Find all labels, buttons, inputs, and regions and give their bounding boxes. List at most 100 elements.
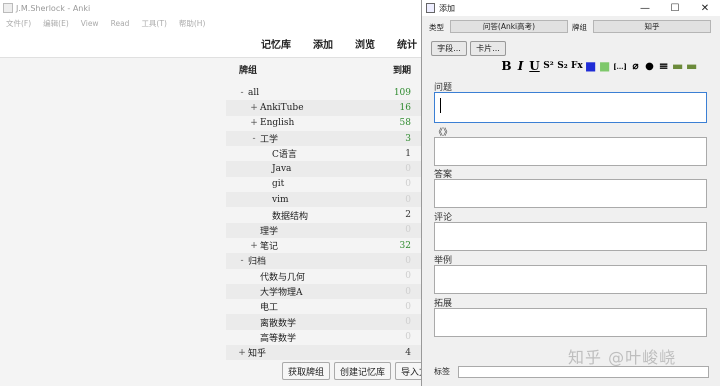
deck-row[interactable]: Java 0 (226, 161, 425, 177)
field-editor[interactable] (434, 179, 707, 208)
deck-name[interactable]: English (260, 118, 294, 128)
deck-toggle[interactable]: + (248, 241, 260, 251)
add-titlebar: 添加 — ☐ ✕ (422, 0, 720, 16)
deck-row[interactable]: vim 0 (226, 192, 425, 208)
deck-name[interactable]: Java (272, 164, 291, 174)
cloze-icon[interactable]: […] (613, 62, 627, 71)
deck-toggle[interactable]: - (236, 256, 248, 266)
deck-toggle[interactable]: + (248, 103, 260, 113)
tags-label: 标签 (434, 367, 450, 376)
deck-row[interactable]: 代数与几何 0 (226, 269, 425, 284)
deck-name[interactable]: all (248, 88, 259, 98)
deck-row[interactable]: - 归档 0 (226, 253, 425, 269)
deck-select[interactable]: 知乎 (593, 20, 711, 33)
more-icon[interactable]: ≡ (658, 59, 669, 73)
deck-column-header: 牌组 (239, 65, 258, 76)
deck-row[interactable]: 数据结构 2 (226, 207, 425, 222)
deck-row[interactable]: - all 109 (226, 85, 425, 100)
menu-edit[interactable]: 编辑(E) (43, 18, 69, 29)
deck-toggle[interactable]: + (248, 118, 260, 128)
fields-button[interactable]: 字段... (431, 41, 467, 56)
plugin-b-icon[interactable]: ▬ (686, 59, 697, 73)
deck-name[interactable]: AnkiTube (260, 103, 304, 113)
deck-name[interactable]: 工学 (260, 132, 278, 145)
maximize-icon[interactable]: ☐ (660, 3, 690, 14)
field-editor[interactable] (434, 92, 707, 123)
deck-rows: - all 109 + AnkiTube 16 + English 58- 工学 3 C语言 1 Java… (226, 85, 425, 361)
deck-row[interactable]: - 工学 3 (226, 130, 425, 147)
minimize-icon[interactable]: — (630, 3, 660, 14)
deck-name[interactable]: C语言 (272, 147, 297, 160)
highlight-icon[interactable]: ■ (599, 59, 610, 73)
note-type-select[interactable]: 问答(Anki高考) (450, 20, 568, 33)
record-icon[interactable]: ● (644, 61, 655, 72)
superscript-icon[interactable]: S² (543, 61, 554, 71)
deck-due-count: 0 (405, 225, 411, 236)
menu-view[interactable]: View (81, 19, 99, 28)
menu-help[interactable]: 帮助(H) (179, 18, 206, 29)
toolbar-browse[interactable]: 浏览 (355, 36, 375, 51)
field-editor[interactable] (434, 308, 707, 337)
italic-icon[interactable]: I (515, 59, 526, 73)
deck-name[interactable]: 电工 (260, 300, 278, 313)
menu-read[interactable]: Read (111, 19, 130, 28)
deck-list-header: 牌组 到期 (226, 60, 425, 78)
underline-icon[interactable]: U (529, 59, 540, 73)
menu-file[interactable]: 文件(F) (6, 18, 31, 29)
deck-name[interactable]: 离散数学 (260, 316, 296, 329)
deck-row[interactable]: 电工 0 (226, 299, 425, 314)
deck-name[interactable]: 大学物理A (260, 285, 303, 298)
field-editor[interactable] (434, 265, 707, 294)
deck-row[interactable]: C语言 1 (226, 146, 425, 161)
text-color-icon[interactable]: ■ (585, 59, 596, 73)
toolbar-decks[interactable]: 记忆库 (261, 36, 291, 51)
deck-toggle[interactable]: - (248, 134, 260, 144)
clear-format-icon[interactable]: Fx (571, 61, 583, 71)
deck-row[interactable]: 大学物理A 0 (226, 283, 425, 300)
deck-row[interactable]: git 0 (226, 177, 425, 192)
deck-row[interactable]: + 知乎 4 (226, 345, 425, 361)
deck-due-count: 32 (399, 240, 411, 251)
add-window-title: 添加 (439, 3, 455, 13)
deck-name[interactable]: vim (272, 195, 289, 205)
deck-row[interactable]: 理学 0 (226, 222, 425, 238)
deck-name-wrap: 高等数学 (226, 331, 296, 344)
toolbar-add[interactable]: 添加 (313, 36, 333, 51)
attach-icon[interactable]: ⌀ (630, 61, 641, 72)
get-shared-button[interactable]: 获取牌组 (282, 362, 331, 380)
deck-due-count: 0 (405, 255, 411, 266)
deck-name[interactable]: 知乎 (248, 346, 266, 359)
field-editor[interactable] (434, 137, 707, 166)
cards-button[interactable]: 卡片... (470, 41, 506, 56)
create-deck-button[interactable]: 创建记忆库 (334, 362, 392, 380)
deck-row[interactable]: 离散数学 0 (226, 314, 425, 330)
deck-name[interactable]: 归档 (248, 254, 266, 267)
deck-name-wrap: 理学 (226, 224, 278, 237)
deck-name[interactable]: git (272, 179, 284, 189)
deck-row[interactable]: 高等数学 0 (226, 330, 425, 345)
type-label: 类型 (429, 23, 444, 32)
deck-due-count: 4 (405, 347, 411, 358)
deck-name[interactable]: 代数与几何 (260, 270, 305, 283)
deck-row[interactable]: + 笔记 32 (226, 238, 425, 253)
deck-name[interactable]: 数据结构 (272, 209, 308, 222)
close-icon[interactable]: ✕ (690, 3, 720, 14)
tags-row: 标签 (434, 366, 720, 380)
deck-due-count: 0 (405, 286, 411, 297)
deck-row[interactable]: + English 58 (226, 116, 425, 131)
deck-name-wrap: + 知乎 (226, 346, 266, 360)
deck-toggle[interactable]: - (236, 88, 248, 98)
toolbar-stats[interactable]: 统计 (397, 36, 417, 51)
subscript-icon[interactable]: S₂ (557, 61, 568, 71)
menu-tools[interactable]: 工具(T) (141, 18, 166, 29)
plugin-a-icon[interactable]: ▬ (672, 59, 683, 73)
deck-name[interactable]: 笔记 (260, 239, 278, 252)
deck-name-wrap: git (226, 179, 284, 189)
main-menubar: 文件(F) 编辑(E) View Read 工具(T) 帮助(H) (0, 16, 425, 30)
deck-toggle[interactable]: + (236, 348, 248, 358)
deck-name[interactable]: 理学 (260, 224, 278, 237)
deck-name[interactable]: 高等数学 (260, 331, 296, 344)
deck-row[interactable]: + AnkiTube 16 (226, 100, 425, 116)
bold-icon[interactable]: B (501, 59, 512, 73)
field-editor[interactable] (434, 222, 707, 251)
